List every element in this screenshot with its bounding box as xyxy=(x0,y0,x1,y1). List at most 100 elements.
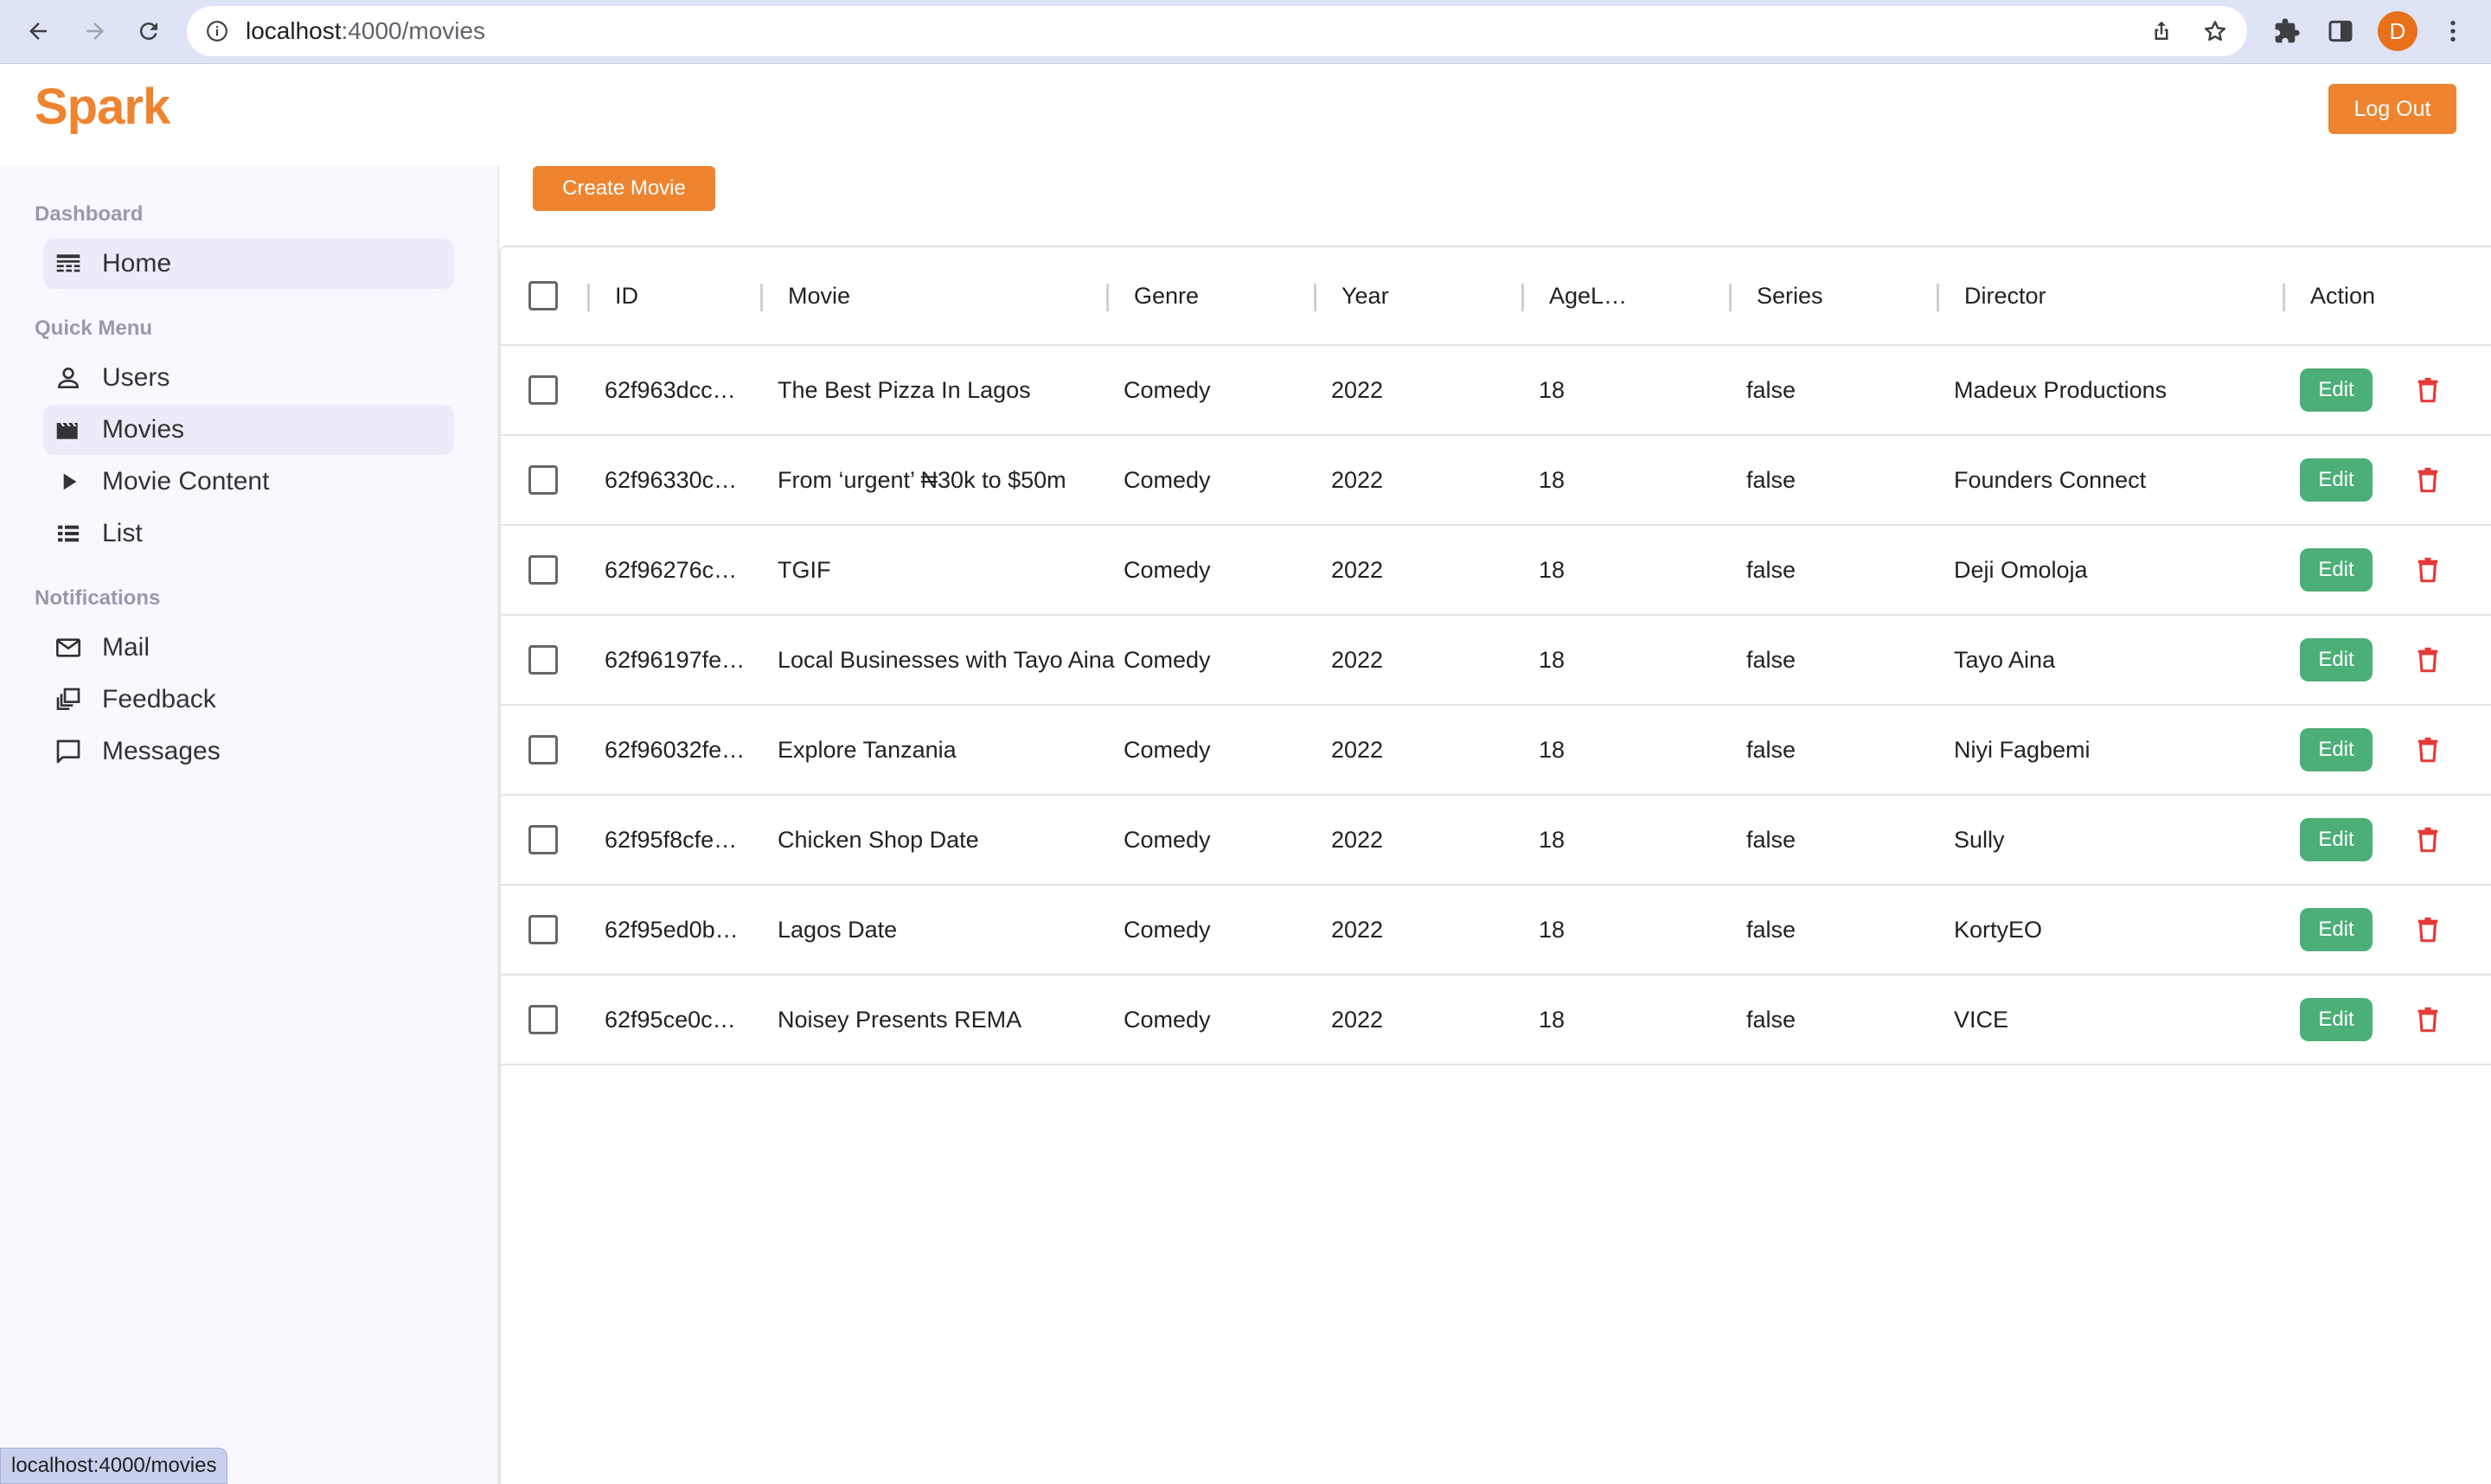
sidebar-item-mail[interactable]: Mail xyxy=(43,623,454,673)
sidebar-item-label: Users xyxy=(102,363,170,392)
row-select-cell xyxy=(528,706,558,794)
column-separator[interactable] xyxy=(1937,284,1939,311)
cell-director: Deji Omoloja xyxy=(1954,556,2088,583)
sidebar-item-movie-content[interactable]: Movie Content xyxy=(43,457,454,507)
extensions-icon[interactable] xyxy=(2273,17,2301,45)
table-row[interactable]: 62f963dcc… The Best Pizza In Lagos Comedy 2… xyxy=(501,346,2491,436)
column-separator[interactable] xyxy=(760,284,763,311)
column-header-movie[interactable]: Movie xyxy=(788,247,850,344)
sidebar-item-list[interactable]: List xyxy=(43,509,454,559)
column-separator[interactable] xyxy=(2283,284,2285,311)
app-logo[interactable]: Spark xyxy=(35,78,170,136)
cell-series: false xyxy=(1746,916,1796,943)
table-row[interactable]: 62f96197fe… Local Businesses with Tayo Ai… xyxy=(501,616,2491,706)
row-checkbox[interactable] xyxy=(528,1005,558,1034)
row-checkbox[interactable] xyxy=(528,375,558,405)
column-header-genre[interactable]: Genre xyxy=(1134,247,1199,344)
table-row[interactable]: 62f96032fe… Explore Tanzania Comedy 2022 18 f… xyxy=(501,706,2491,796)
column-header-id[interactable]: ID xyxy=(615,247,638,344)
table-row[interactable]: 62f96330c… From ‘urgent’ ₦30k to $50m Come… xyxy=(501,436,2491,526)
sidebar-item-home[interactable]: Home xyxy=(43,239,454,289)
edit-button[interactable]: Edit xyxy=(2300,548,2373,592)
sidebar-item-users[interactable]: Users xyxy=(43,353,454,403)
column-header-year[interactable]: Year xyxy=(1342,247,1389,344)
table-row[interactable]: 62f95f8cfe… Chicken Shop Date Comedy 2022 18… xyxy=(501,796,2491,886)
bookmark-star-icon[interactable] xyxy=(2202,18,2228,44)
cell-movie: Chicken Shop Date xyxy=(778,826,979,853)
edit-button[interactable]: Edit xyxy=(2300,368,2373,412)
profile-avatar[interactable]: D xyxy=(2378,11,2417,51)
row-checkbox[interactable] xyxy=(528,915,558,944)
cell-year: 2022 xyxy=(1331,646,1384,673)
address-bar[interactable]: localhost:4000/movies xyxy=(187,6,2247,56)
feedback-icon xyxy=(54,685,83,714)
table-header: ID Movie Genre Year AgeL… Series Directo… xyxy=(501,247,2491,346)
cell-age-limit: 18 xyxy=(1539,916,1566,943)
delete-trash-icon[interactable] xyxy=(2412,643,2443,677)
sidebar: Dashboard Home Quick Menu Users Movies M… xyxy=(0,166,499,1484)
table-row[interactable]: 62f95ed0b… Lagos Date Comedy 2022 18 false Kor… xyxy=(501,886,2491,975)
cell-id: 62f96197fe… xyxy=(605,646,746,673)
row-checkbox[interactable] xyxy=(528,555,558,585)
row-select-cell xyxy=(528,886,558,974)
site-info-icon[interactable] xyxy=(206,20,228,42)
sidebar-item-feedback[interactable]: Feedback xyxy=(43,675,454,725)
delete-trash-icon[interactable] xyxy=(2412,463,2443,497)
edit-button[interactable]: Edit xyxy=(2300,638,2373,681)
table-row[interactable]: 62f96276c… TGIF Comedy 2022 18 false Deji Omol… xyxy=(501,526,2491,616)
column-separator[interactable] xyxy=(587,284,590,311)
column-header-age-limit[interactable]: AgeL… xyxy=(1549,247,1627,344)
cell-year: 2022 xyxy=(1331,736,1384,763)
create-movie-button[interactable]: Create Movie xyxy=(533,166,715,211)
row-checkbox[interactable] xyxy=(528,645,558,675)
delete-trash-icon[interactable] xyxy=(2412,822,2443,857)
delete-trash-icon[interactable] xyxy=(2412,553,2443,587)
cell-delete xyxy=(2412,796,2443,884)
row-checkbox[interactable] xyxy=(528,735,558,764)
column-header-action[interactable]: Action xyxy=(2310,247,2375,344)
cell-genre: Comedy xyxy=(1124,556,1211,583)
column-separator[interactable] xyxy=(1106,284,1109,311)
cell-age-limit: 18 xyxy=(1539,466,1566,493)
cell-year: 2022 xyxy=(1331,916,1384,943)
cell-edit: Edit xyxy=(2300,616,2373,704)
share-icon[interactable] xyxy=(2148,18,2174,44)
edit-button[interactable]: Edit xyxy=(2300,908,2373,951)
mail-icon xyxy=(54,633,83,662)
reload-icon[interactable] xyxy=(128,10,170,52)
delete-trash-icon[interactable] xyxy=(2412,373,2443,407)
edit-button[interactable]: Edit xyxy=(2300,818,2373,861)
row-checkbox[interactable] xyxy=(528,825,558,854)
column-separator[interactable] xyxy=(1314,284,1316,311)
cell-id: 62f95ce0c… xyxy=(605,1006,736,1033)
cell-director: KortyEO xyxy=(1954,916,2043,943)
back-icon[interactable] xyxy=(17,10,59,52)
url-text[interactable]: localhost:4000/movies xyxy=(246,6,485,56)
side-panel-icon[interactable] xyxy=(2327,17,2354,45)
select-all-checkbox[interactable] xyxy=(528,281,558,310)
movies-table: ID Movie Genre Year AgeL… Series Directo… xyxy=(499,246,2491,1484)
cell-edit: Edit xyxy=(2300,436,2373,524)
column-header-series[interactable]: Series xyxy=(1757,247,1823,344)
sidebar-item-messages[interactable]: Messages xyxy=(43,726,454,777)
more-menu-icon[interactable] xyxy=(2439,17,2467,45)
delete-trash-icon[interactable] xyxy=(2412,1002,2443,1037)
edit-button[interactable]: Edit xyxy=(2300,998,2373,1041)
logout-button[interactable]: Log Out xyxy=(2328,84,2456,134)
table-row[interactable]: 62f95ce0c… Noisey Presents REMA Comedy 2022… xyxy=(501,975,2491,1065)
delete-trash-icon[interactable] xyxy=(2412,912,2443,947)
cell-movie: From ‘urgent’ ₦30k to $50m xyxy=(778,466,1066,493)
edit-button[interactable]: Edit xyxy=(2300,458,2373,502)
column-separator[interactable] xyxy=(1521,284,1524,311)
column-header-director[interactable]: Director xyxy=(1964,247,2046,344)
cell-delete xyxy=(2412,436,2443,524)
cell-series: false xyxy=(1746,556,1796,583)
sidebar-item-label: Home xyxy=(102,249,172,278)
edit-button[interactable]: Edit xyxy=(2300,728,2373,771)
cell-director: VICE xyxy=(1954,1006,2009,1033)
sidebar-item-movies[interactable]: Movies xyxy=(43,405,454,455)
row-checkbox[interactable] xyxy=(528,465,558,495)
delete-trash-icon[interactable] xyxy=(2412,732,2443,767)
forward-icon[interactable] xyxy=(74,10,116,52)
column-separator[interactable] xyxy=(1729,284,1732,311)
